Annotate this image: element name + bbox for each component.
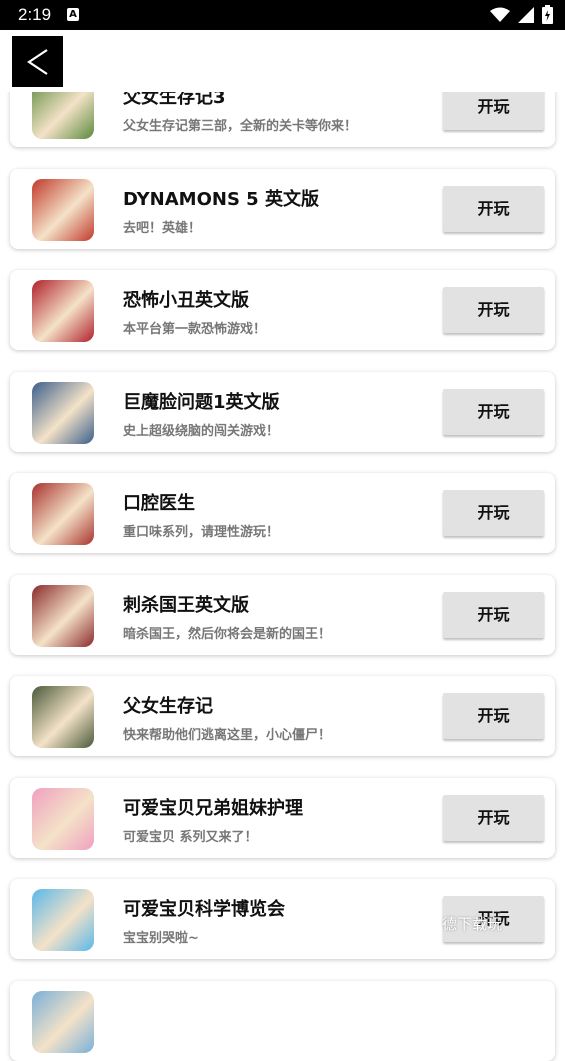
game-title: 巨魔脸问题1英文版 [123, 391, 280, 413]
game-card[interactable]: 口腔医生重口味系列，请理性游玩！ 开玩 [10, 473, 555, 553]
game-description: 快来帮助他们逃离这里，小心僵尸！ [123, 728, 332, 743]
play-button[interactable]: 开玩 [443, 693, 544, 739]
game-card[interactable]: 巨魔脸问题1英文版史上超级绕脑的闯关游戏！ 开玩 [10, 371, 555, 452]
game-title: 恐怖小丑英文版 [123, 290, 249, 311]
play-button[interactable]: 开玩 [443, 591, 544, 638]
game-title: 可爱宝贝科学博览会 [123, 899, 285, 920]
floating-overlay-text: 德下载玩 [442, 915, 503, 933]
wifi-icon [490, 7, 510, 22]
dentist-icon [32, 483, 94, 545]
status-time: 2:19 [18, 5, 52, 24]
game-description: 暗杀国王，然后你将会是新的国王！ [123, 626, 332, 642]
play-button[interactable]: 开玩 [443, 794, 544, 841]
play-button[interactable]: 开玩 [443, 185, 544, 232]
game-title: DYNAMONS 5 英文版 [123, 188, 319, 210]
app-bar [0, 30, 565, 92]
signal-icon [518, 6, 534, 23]
play-button[interactable]: 开玩 [443, 388, 544, 435]
game-card[interactable]: 可爱宝贝兄弟姐妹护理可爱宝贝 系列又来了！ 开玩 [10, 777, 555, 858]
game-description: 重口味系列，请理性游玩！ [123, 525, 280, 540]
game-card[interactable]: DYNAMONS 5 英文版去吧！英雄！ 开玩 [10, 168, 555, 249]
clown-icon [32, 280, 94, 342]
troll-face-icon [32, 381, 94, 444]
game-title: 刺杀国王英文版 [123, 594, 249, 616]
game-title: 口腔医生 [123, 493, 195, 514]
next-game-icon [32, 990, 94, 1053]
notification-a-icon: A [67, 8, 79, 21]
game-description: 宝宝别哭啦~ [123, 931, 199, 946]
game-card[interactable]: 父女生存记快来帮助他们逃离这里，小心僵尸！ 开玩 [10, 676, 555, 756]
game-description: 可爱宝贝 系列又来了！ [123, 829, 258, 845]
game-title: 可爱宝贝兄弟姐妹护理 [123, 797, 303, 819]
status-icons [490, 5, 553, 24]
game-description: 去吧！英雄！ [123, 220, 202, 236]
play-button[interactable]: 开玩 [443, 490, 544, 536]
back-button[interactable] [12, 36, 63, 87]
baby-science-icon [32, 889, 94, 951]
game-description: 史上超级绕脑的闯关游戏！ [123, 423, 280, 439]
status-bar: 2:19 A [0, 0, 565, 30]
survival-icon [32, 686, 94, 748]
game-title: 父女生存记 [123, 696, 213, 717]
assassin-king-icon [32, 584, 94, 647]
game-description: 父女生存记第三部，全新的关卡等你来！ [123, 119, 358, 134]
game-list: 父女生存记3 父女生存记第三部，全新的关卡等你来！ 开玩 DYNAMONS 5 英文版… [0, 0, 565, 1061]
dynamons-icon [32, 178, 94, 241]
back-arrow-icon [26, 48, 48, 75]
game-card[interactable]: 刺杀国王英文版暗杀国王，然后你将会是新的国王！ 开玩 [10, 574, 555, 655]
game-card[interactable] [10, 980, 555, 1061]
baby-siblings-icon [32, 787, 94, 850]
battery-icon [542, 5, 553, 24]
game-description: 本平台第一款恐怖游戏！ [123, 322, 267, 337]
play-button[interactable]: 开玩 [443, 287, 544, 333]
game-card[interactable]: 恐怖小丑英文版本平台第一款恐怖游戏！ 开玩 [10, 270, 555, 350]
